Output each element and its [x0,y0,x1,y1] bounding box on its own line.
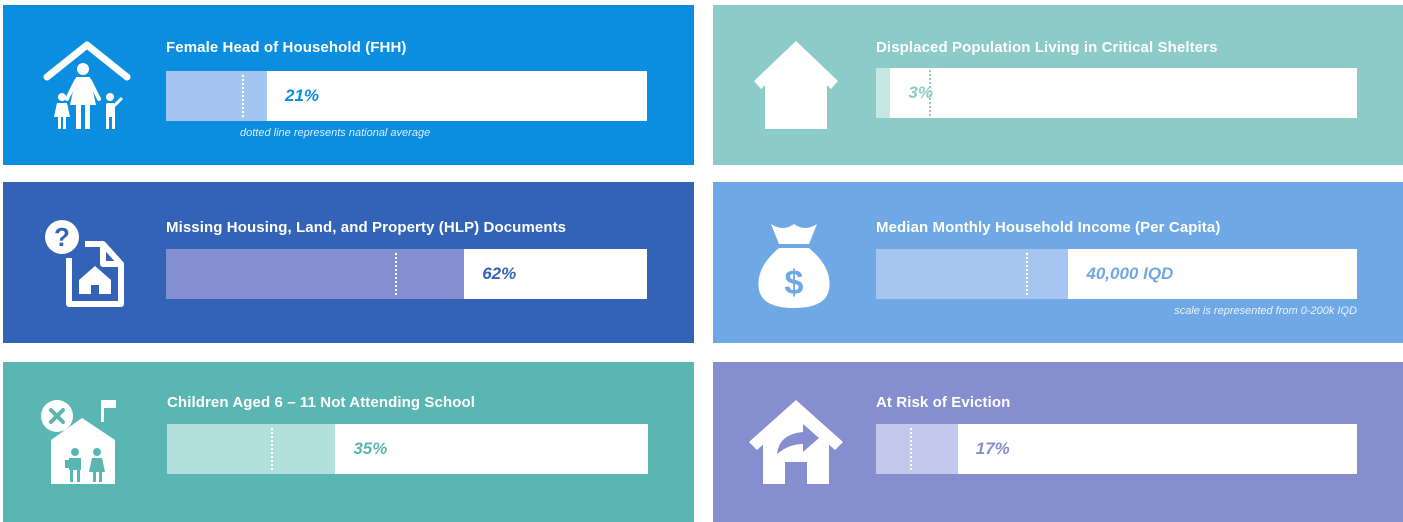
card-note: scale is represented from 0-200k IQD [1174,305,1357,317]
svg-text:?: ? [54,222,70,252]
card-female-head-of-household: Female Head of Household (FHH) 21% dotte… [3,5,694,165]
progress-bar-fill [166,71,267,121]
family-home-icon [41,37,133,133]
card-median-household-income: $ Median Monthly Household Income (Per C… [713,182,1403,343]
progress-bar: 21% [166,71,647,121]
bar-value: 3% [908,83,933,102]
bar-value: 21% [285,86,320,105]
bar-value: 35% [353,439,388,458]
bar-value: 40,000 IQD [1086,264,1174,283]
national-average-marker [910,428,912,470]
bar-value: 17% [975,439,1010,458]
svg-text:$: $ [785,264,804,302]
house-eviction-icon [747,396,845,488]
card-note: dotted line represents national average [240,127,431,139]
document-house-question-icon: ? [45,220,125,308]
progress-bar-fill [876,424,958,474]
card-title: At Risk of Eviction [876,394,1011,411]
national-average-marker [395,253,397,295]
card-title: Displaced Population Living in Critical … [876,39,1218,56]
national-average-marker [242,75,244,117]
national-average-marker [271,428,273,470]
card-title: Median Monthly Household Income (Per Cap… [876,219,1221,236]
money-bag-icon: $ [753,216,835,310]
card-displaced-population: Displaced Population Living in Critical … [713,5,1403,165]
national-average-marker [1026,253,1028,295]
progress-bar: 17% [876,424,1357,474]
progress-bar: 62% [166,249,647,299]
progress-bar: 3% [876,62,1357,124]
card-children-not-attending-school: Children Aged 6 – 11 Not Attending Schoo… [3,362,694,522]
school-children-icon [39,396,123,488]
house-icon [751,37,841,133]
progress-bar-fill [167,424,336,474]
card-title: Children Aged 6 – 11 Not Attending Schoo… [167,394,476,411]
progress-bar-fill [876,249,1069,299]
progress-bar: 35% [167,424,648,474]
progress-bar-fill [876,68,891,118]
progress-bar: 40,000 IQD [876,249,1357,299]
card-at-risk-of-eviction: At Risk of Eviction 17% [713,362,1403,522]
bar-value: 62% [482,264,517,283]
card-title: Missing Housing, Land, and Property (HLP… [166,219,567,236]
card-title: Female Head of Household (FHH) [166,39,407,56]
progress-bar-fill [166,249,465,299]
card-missing-hlp-documents: ? Missing Housing, Land, and Property (H… [3,182,694,343]
